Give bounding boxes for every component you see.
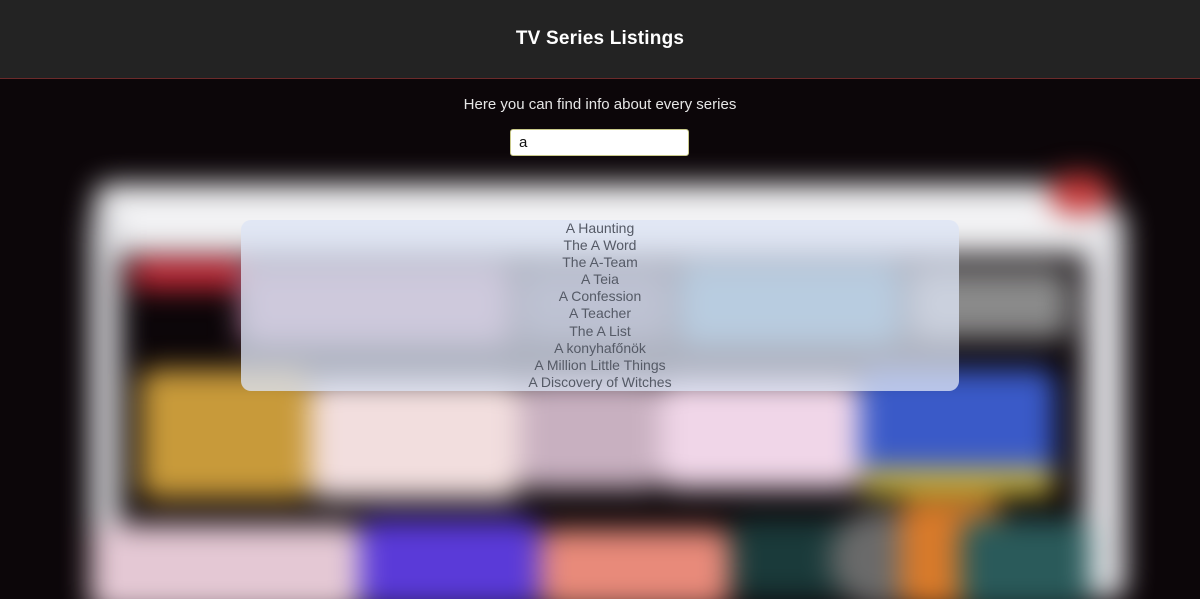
page-title: TV Series Listings bbox=[515, 28, 685, 49]
search-input[interactable] bbox=[510, 129, 689, 156]
search-result-item[interactable]: The A-Team bbox=[241, 254, 959, 271]
page: TV Series Listings Here you can find inf… bbox=[0, 0, 1200, 599]
search-result-item[interactable]: A Discovery of Witches bbox=[241, 374, 959, 391]
search-results-list: A Haunting The A Word The A-Team A Teia … bbox=[241, 220, 959, 391]
search-result-item[interactable]: A Haunting bbox=[241, 220, 959, 237]
page-header: TV Series Listings bbox=[0, 0, 1200, 79]
search-result-item[interactable]: A Teia bbox=[241, 271, 959, 288]
search-result-item[interactable]: A Teacher bbox=[241, 305, 959, 322]
search-result-item[interactable]: The A Word bbox=[241, 237, 959, 254]
page-subtitle: Here you can find info about every serie… bbox=[463, 96, 737, 113]
search-result-item[interactable]: A Million Little Things bbox=[241, 357, 959, 374]
search-result-item[interactable]: The A List bbox=[241, 323, 959, 340]
search-result-item[interactable]: A konyhafőnök bbox=[241, 340, 959, 357]
search-result-item[interactable]: A Confession bbox=[241, 288, 959, 305]
